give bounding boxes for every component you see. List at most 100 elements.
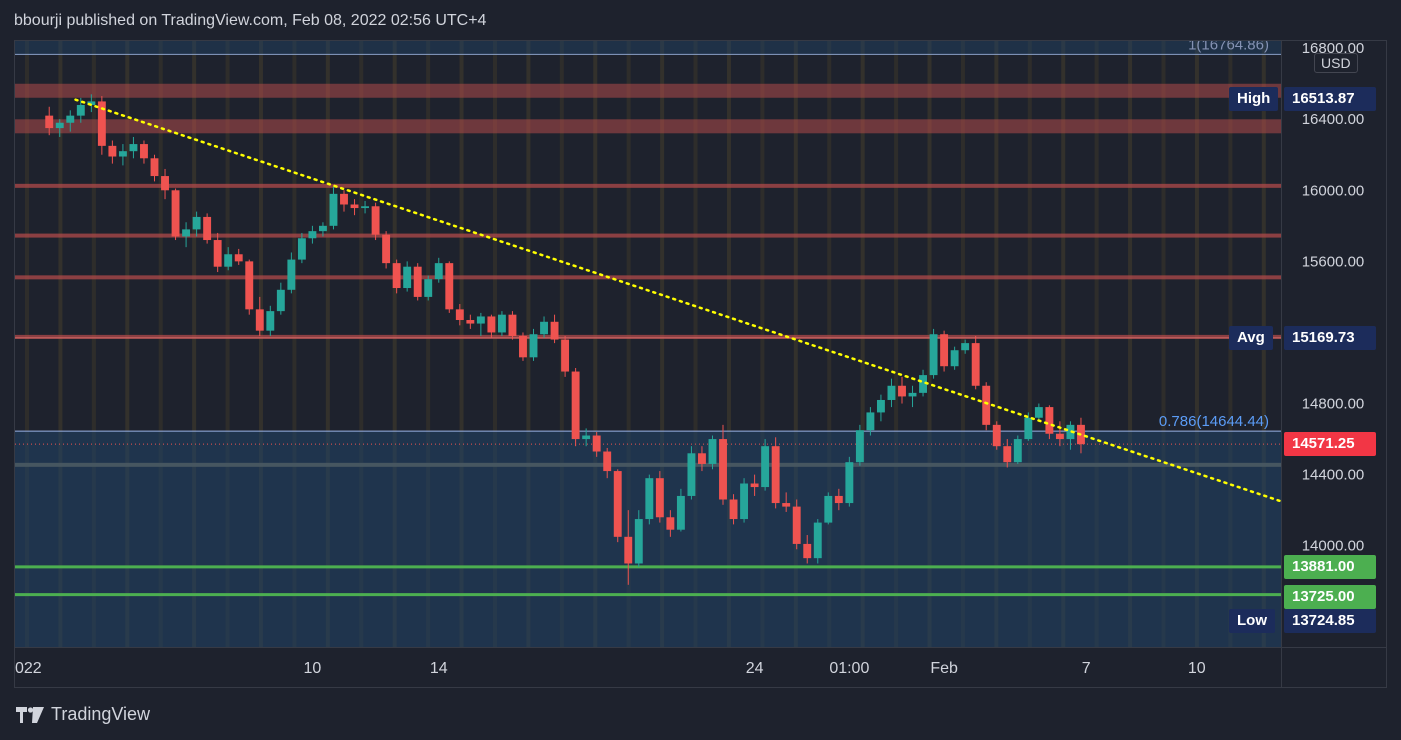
candle[interactable]: [929, 328, 938, 379]
candle-body[interactable]: [203, 216, 212, 241]
candle-body[interactable]: [750, 483, 759, 488]
candle-body[interactable]: [245, 261, 254, 310]
candle[interactable]: [824, 492, 833, 525]
candle[interactable]: [992, 421, 1001, 450]
candle[interactable]: [508, 311, 517, 340]
candle[interactable]: [340, 190, 348, 212]
candle-body[interactable]: [213, 240, 222, 267]
candle-body[interactable]: [171, 190, 180, 237]
tradingview-brand[interactable]: TradingView: [16, 704, 150, 725]
candle[interactable]: [476, 312, 485, 337]
candle-body[interactable]: [761, 446, 770, 488]
candle-body[interactable]: [624, 536, 633, 564]
candle-body[interactable]: [792, 506, 801, 544]
candle-body[interactable]: [908, 392, 917, 397]
candle[interactable]: [908, 385, 917, 408]
candle-body[interactable]: [255, 309, 264, 331]
candle-body[interactable]: [561, 339, 570, 372]
candle-body[interactable]: [424, 279, 433, 297]
candle-body[interactable]: [592, 435, 601, 452]
candle-body[interactable]: [1045, 407, 1054, 434]
candle-body[interactable]: [676, 495, 685, 530]
candle[interactable]: [876, 394, 885, 422]
candle-body[interactable]: [876, 399, 885, 413]
candle[interactable]: [645, 474, 654, 525]
candle-body[interactable]: [698, 453, 706, 464]
candle-body[interactable]: [318, 225, 327, 232]
candle-body[interactable]: [161, 176, 169, 191]
candle-body[interactable]: [350, 204, 359, 209]
candle[interactable]: [329, 186, 338, 230]
candle[interactable]: [276, 282, 285, 315]
candle[interactable]: [203, 213, 212, 244]
candle-body[interactable]: [571, 371, 580, 440]
candle-body[interactable]: [519, 336, 527, 358]
candle[interactable]: [424, 275, 433, 301]
candle[interactable]: [97, 96, 106, 155]
chart-panel[interactable]: 1(16764.86) 0.786(14644.44) 16800.00 16400…: [14, 40, 1387, 688]
candle-body[interactable]: [887, 385, 896, 400]
candle-body[interactable]: [382, 234, 391, 264]
candle-body[interactable]: [455, 309, 464, 321]
candle[interactable]: [540, 316, 548, 338]
candle-body[interactable]: [140, 144, 148, 159]
candle[interactable]: [466, 314, 475, 329]
candle[interactable]: [792, 499, 801, 550]
candle-body[interactable]: [392, 263, 401, 289]
candle-body[interactable]: [866, 412, 875, 431]
candle-body[interactable]: [971, 343, 980, 386]
candle-body[interactable]: [540, 321, 548, 335]
candle-body[interactable]: [813, 522, 822, 559]
candle-body[interactable]: [508, 314, 517, 337]
candle[interactable]: [571, 367, 580, 447]
candle[interactable]: [982, 382, 991, 431]
candle-body[interactable]: [466, 320, 475, 324]
candle[interactable]: [371, 202, 380, 241]
candle-body[interactable]: [929, 334, 938, 376]
candle-body[interactable]: [55, 122, 64, 129]
candle[interactable]: [308, 225, 317, 244]
candle-body[interactable]: [476, 316, 485, 324]
candle-body[interactable]: [182, 229, 191, 237]
candle-body[interactable]: [582, 435, 591, 440]
candle-body[interactable]: [371, 206, 380, 235]
candle-body[interactable]: [224, 254, 233, 267]
candle[interactable]: [940, 330, 949, 372]
candle[interactable]: [950, 346, 959, 370]
candle-body[interactable]: [129, 144, 138, 152]
candle-body[interactable]: [529, 334, 538, 358]
candle-body[interactable]: [1003, 446, 1012, 463]
candle-body[interactable]: [340, 193, 348, 205]
candle[interactable]: [497, 311, 506, 337]
candle-body[interactable]: [550, 321, 559, 340]
candle-body[interactable]: [824, 495, 833, 523]
candle[interactable]: [445, 261, 454, 313]
candle-body[interactable]: [898, 385, 906, 397]
candle[interactable]: [140, 140, 148, 164]
candle[interactable]: [182, 222, 191, 248]
candle-body[interactable]: [1024, 417, 1033, 440]
candle-body[interactable]: [771, 446, 780, 504]
candle-body[interactable]: [118, 151, 127, 157]
candle[interactable]: [434, 257, 443, 283]
candle-body[interactable]: [603, 451, 612, 472]
candle-body[interactable]: [1013, 439, 1022, 463]
candle[interactable]: [213, 232, 222, 273]
candle-body[interactable]: [855, 430, 864, 463]
candle[interactable]: [129, 136, 138, 159]
candle-body[interactable]: [645, 478, 654, 520]
candle[interactable]: [771, 437, 780, 509]
candle[interactable]: [898, 376, 906, 404]
candle-body[interactable]: [445, 263, 454, 310]
candle-body[interactable]: [276, 289, 285, 312]
currency-badge[interactable]: USD: [1314, 53, 1358, 73]
candle-body[interactable]: [708, 439, 717, 464]
candle-body[interactable]: [719, 439, 727, 500]
candle-body[interactable]: [192, 216, 201, 230]
candle-body[interactable]: [297, 238, 306, 260]
candle[interactable]: [150, 154, 159, 182]
candle-body[interactable]: [66, 115, 75, 123]
candle[interactable]: [813, 519, 822, 564]
candle[interactable]: [224, 247, 233, 271]
candle-body[interactable]: [666, 517, 675, 530]
